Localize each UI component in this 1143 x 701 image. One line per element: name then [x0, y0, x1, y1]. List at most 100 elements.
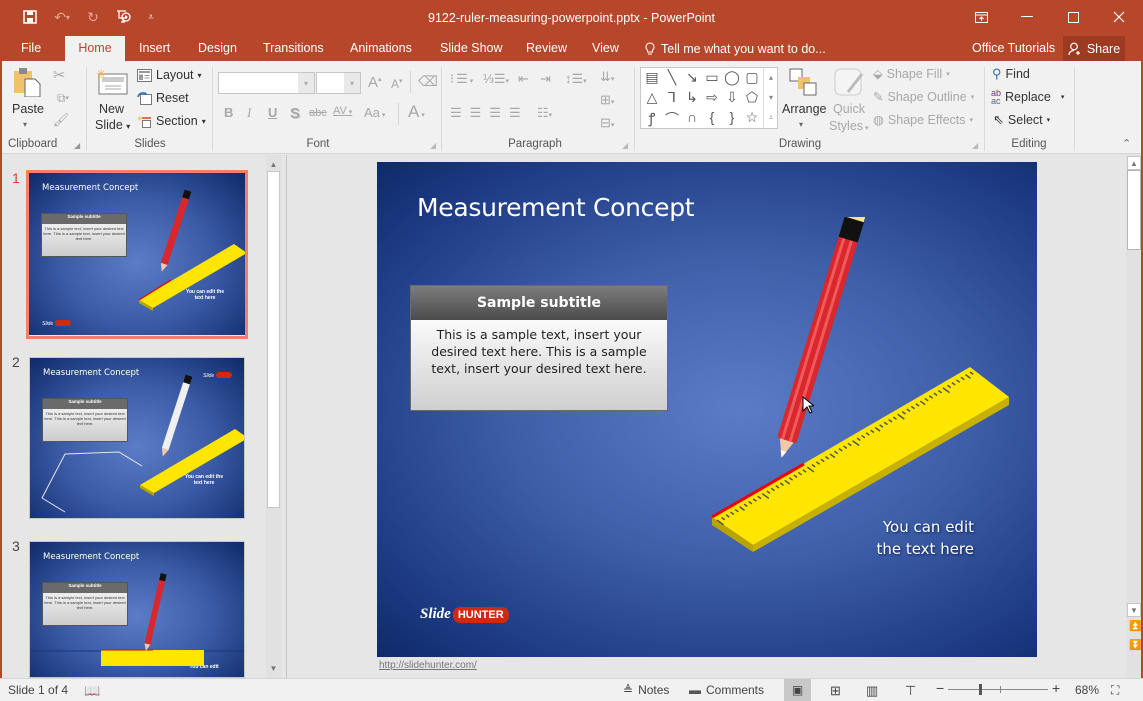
shape-effects-button[interactable]: ◍ Shape Effects ▾ [873, 112, 973, 128]
scroll-thumb[interactable] [1127, 170, 1141, 250]
select-button[interactable]: ⇖ Select ▾ [993, 112, 1050, 128]
zoom-level[interactable]: 68% [1075, 683, 1099, 697]
font-color-button[interactable]: A ▾ [408, 102, 425, 122]
slide-scrollbar[interactable]: ▲ ▼ ⏫ ⏬ [1126, 155, 1142, 678]
grow-font-icon[interactable]: A▴ [368, 74, 382, 91]
format-painter-icon[interactable]: 🖌 [52, 111, 70, 129]
minimize-button[interactable] [1004, 4, 1050, 30]
change-case-button[interactable]: Aa ▾ [364, 105, 385, 120]
magnifier-icon: ⚲ [992, 66, 1002, 81]
font-size-combo[interactable]: ▾ [316, 72, 361, 94]
caption-text[interactable]: You can edit the text here [867, 516, 974, 560]
italic-button[interactable]: I [247, 105, 251, 121]
font-launcher-icon[interactable]: ◢ [430, 141, 436, 150]
align-text-button[interactable]: ⊞▾ [600, 92, 614, 108]
slide-sorter-button[interactable]: ⊞ [830, 683, 841, 699]
tab-animations[interactable]: Animations [340, 36, 422, 61]
smartart-button[interactable]: ⊟▾ [600, 115, 614, 131]
slide-hyperlink[interactable]: http://slidehunter.com/ [379, 660, 477, 671]
thumbnail-scrollbar[interactable]: ▲ ▼ [266, 155, 281, 678]
text-direction-button[interactable]: ⇊▾ [600, 69, 614, 85]
zoom-slider-thumb[interactable] [979, 684, 983, 695]
arrange-button[interactable]: Arrange ▾ [782, 66, 826, 138]
shape-fill-button[interactable]: ⬙ Shape Fill ▾ [873, 66, 950, 82]
zoom-out-button[interactable]: − [936, 680, 944, 696]
replace-button[interactable]: ab ac Replace ▾ [991, 89, 1064, 106]
copy-icon[interactable]: ⧉ ▾ [50, 89, 76, 107]
cut-icon[interactable]: ✂ [50, 66, 68, 84]
tab-home[interactable]: Home [65, 36, 125, 61]
comments-button[interactable]: ▬ Comments [689, 683, 764, 697]
shapes-gallery[interactable]: ▤ ╲ ↘ ▭ ◯ ▢ △ ⅂ ↳ ⇨ ⇩ ⬠ ꝭ ⌒ ∩ { } ☆ ▴ ▾ ⩡ [640, 67, 778, 129]
normal-view-button[interactable]: ▣ [784, 679, 811, 701]
group-label-editing: Editing [1011, 138, 1047, 150]
drawing-launcher-icon[interactable]: ◢ [972, 141, 978, 150]
notes-button[interactable]: ≜ Notes [623, 683, 669, 697]
tell-me-box[interactable]: Tell me what you want to do... [645, 36, 826, 61]
reset-button[interactable]: Reset [137, 91, 189, 105]
collapse-ribbon-icon[interactable]: ⌃ [1122, 137, 1131, 150]
numbering-button[interactable]: ⅓☰▾ [483, 71, 509, 87]
tab-view[interactable]: View [582, 36, 629, 61]
tab-review[interactable]: Review [516, 36, 577, 61]
decrease-indent-button[interactable]: ⇤ [518, 71, 529, 87]
next-slide-icon[interactable]: ⏬ [1129, 640, 1141, 651]
slide-show-button[interactable]: ⊤ [905, 683, 916, 699]
slide-thumbnail-3[interactable]: Measurement Concept Sample subtitle This i… [29, 541, 245, 678]
tab-slide-show[interactable]: Slide Show [430, 36, 513, 61]
paragraph-launcher-icon[interactable]: ◢ [622, 141, 628, 150]
tab-file[interactable]: File [11, 36, 51, 61]
spell-check-icon[interactable]: 📖 [84, 683, 100, 699]
group-label-font: Font [306, 138, 330, 150]
ruler-pencil-illustration [711, 217, 1009, 552]
maximize-button[interactable] [1050, 4, 1096, 30]
font-size-dropdown-icon[interactable]: ▾ [344, 73, 360, 93]
zoom-in-button[interactable]: + [1052, 680, 1060, 696]
font-name-dropdown-icon[interactable]: ▾ [298, 73, 314, 93]
find-button[interactable]: ⚲ Find [992, 66, 1030, 82]
reading-view-button[interactable]: ▥ [866, 683, 878, 699]
shapes-gallery-scroll[interactable]: ▴ ▾ ⩡ [763, 68, 778, 128]
slide-thumbnail-1[interactable]: Measurement Concept Sample subtitle This i… [29, 173, 245, 335]
slide-canvas[interactable]: Measurement Concept Sample subtitle This… [377, 162, 1037, 657]
fit-to-window-icon[interactable]: ⛶ [1111, 683, 1119, 698]
right-brace-shape-icon: } [729, 109, 735, 125]
shadow-button[interactable]: S [290, 105, 300, 122]
scroll-down-icon[interactable]: ▼ [266, 661, 281, 675]
line-spacing-button[interactable]: ↕☰▾ [565, 71, 587, 87]
shape-outline-button[interactable]: ✎ Shape Outline ▾ [873, 89, 974, 105]
underline-button[interactable]: U [268, 105, 277, 120]
strikethrough-button[interactable]: abc [309, 107, 327, 119]
increase-indent-button[interactable]: ⇥ [540, 71, 551, 87]
bold-button[interactable]: B [224, 105, 233, 120]
clear-formatting-icon[interactable]: ⌫ [418, 73, 438, 90]
bullets-button[interactable]: ⁝☰▾ [450, 71, 475, 87]
shrink-font-icon[interactable]: A▾ [391, 77, 403, 91]
slide-thumbnail-2[interactable]: Measurement Concept Sample subtitle This i… [29, 357, 245, 519]
close-button[interactable] [1096, 4, 1142, 30]
section-button[interactable]: ✳ Section ▾ [137, 114, 206, 128]
account-name[interactable]: Office Tutorials [972, 36, 1055, 60]
character-spacing-button[interactable]: AV ▾ [333, 105, 352, 117]
text-box[interactable]: Sample subtitle This is a sample text, i… [410, 285, 668, 411]
scroll-up-icon[interactable]: ▲ [1127, 156, 1141, 170]
layout-button[interactable]: Layout ▾ [137, 68, 202, 82]
paste-button[interactable]: Paste ▾ [10, 65, 44, 133]
previous-slide-icon[interactable]: ⏫ [1129, 621, 1141, 632]
scroll-down-icon[interactable]: ▼ [1127, 603, 1141, 617]
share-button[interactable]: Share [1063, 36, 1125, 61]
quick-styles-button[interactable]: Quick Styles ▾ [829, 66, 869, 138]
new-slide-button[interactable]: ✳ New Slide ▾ [93, 65, 131, 135]
font-name-combo[interactable]: ▾ [218, 72, 315, 94]
zoom-slider[interactable] [948, 689, 1048, 690]
columns-button[interactable]: ☷▾ [537, 105, 552, 121]
slide-title[interactable]: Measurement Concept [417, 193, 695, 222]
tab-transitions[interactable]: Transitions [253, 36, 334, 61]
tab-design[interactable]: Design [188, 36, 247, 61]
clipboard-launcher-icon[interactable]: ◢ [74, 141, 80, 150]
scroll-thumb[interactable] [267, 171, 280, 508]
scroll-up-icon[interactable]: ▲ [266, 157, 281, 171]
tab-insert[interactable]: Insert [129, 36, 180, 61]
alignment-buttons[interactable]: ☰☰☰☰ [450, 105, 529, 121]
ribbon-display-options-icon[interactable] [958, 4, 1004, 30]
